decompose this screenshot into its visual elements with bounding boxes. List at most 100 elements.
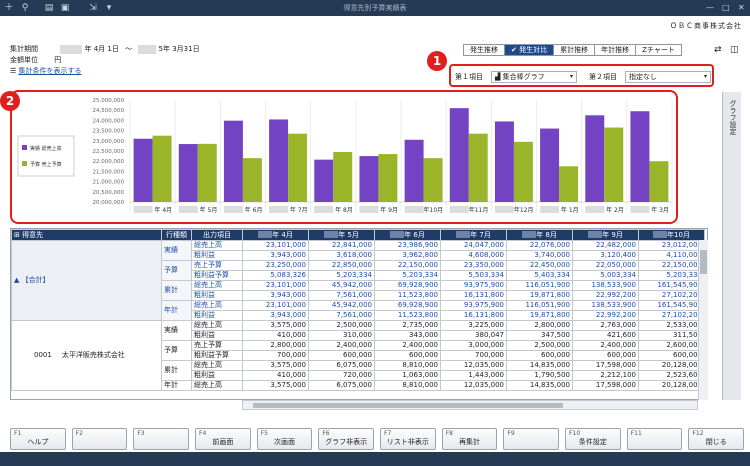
fkey-f4[interactable]: F4 前画面 xyxy=(195,428,251,450)
fkey-f12[interactable]: F12 閉じる xyxy=(688,428,745,450)
fkey-f7[interactable]: F7 リスト非表示 xyxy=(380,428,436,450)
fkey-f1[interactable]: F1 ヘルプ xyxy=(10,428,66,450)
tab-occurrence-comparison[interactable]: ✔ 発生対比 xyxy=(505,44,555,56)
scrollbar-thumb[interactable] xyxy=(253,403,563,408)
table-header-row: ⊞ 得意先 行種類 出力項目 年 4月 年 5月 年 6月 年 7月 年 8月 … xyxy=(11,229,705,241)
fkey-f10[interactable]: F10 条件設定 xyxy=(565,428,621,450)
bar-budget[interactable] xyxy=(197,143,217,202)
bar-budget[interactable] xyxy=(649,161,669,202)
fkey-f2[interactable]: F2 xyxy=(71,428,128,450)
col-header-month[interactable]: 年 5月 xyxy=(308,229,375,241)
function-key-bar: F1 ヘルプ F2 F3 F4 前画面 F5 次画面 F6 グラフ非表示 F7 リスト非表示 F8 再集計… xyxy=(0,428,750,452)
value-cell: 600,000 xyxy=(638,350,705,361)
table-row[interactable]: 0001 太平洋販売株式会社 実績 総売上高 3,575,000 2,500,000 2,7… xyxy=(11,320,705,391)
value-cell: 5,203,334 xyxy=(308,270,375,281)
bar-budget[interactable] xyxy=(423,158,443,202)
table-row[interactable]: ▲ 【合計】 実績 総売上高 23,101,000 22,841,000 23,986,9… xyxy=(11,240,705,321)
redacted-year xyxy=(138,44,157,54)
value-cell: 69,928,900 xyxy=(374,300,441,311)
bar-budget[interactable] xyxy=(559,166,579,202)
bar-actual[interactable] xyxy=(314,159,334,202)
tab-cumulative-trend[interactable]: 累計推移 xyxy=(554,44,596,56)
bar-budget[interactable] xyxy=(333,152,353,202)
value-cell: 421,600 xyxy=(572,330,639,341)
bar-actual[interactable] xyxy=(223,120,243,202)
period-separator: 〜 xyxy=(125,45,133,53)
scrollbar-thumb[interactable] xyxy=(700,250,707,274)
output-item-cell: 粗利益 xyxy=(191,330,243,341)
graph-settings-label: グラフ設定 xyxy=(729,100,737,135)
tab-z-chart[interactable]: Zチャート xyxy=(636,44,682,56)
tab-occurrence-trend[interactable]: 発生推移 xyxy=(463,44,505,56)
fkey-f8[interactable]: F8 再集計 xyxy=(441,428,498,450)
col-header-month[interactable]: 年 8月 xyxy=(506,229,573,241)
output-item-cell: 売上予算 xyxy=(191,340,243,351)
value-cell: 410,000 xyxy=(242,330,309,341)
minimize-button[interactable]: — xyxy=(706,3,714,12)
chart-legend: 実績 総売上高 予算 売上予算 xyxy=(17,135,75,177)
bar-budget[interactable] xyxy=(288,133,308,202)
bar-actual[interactable] xyxy=(404,139,424,202)
bar-actual[interactable] xyxy=(585,115,605,202)
value-cell: 700,000 xyxy=(440,350,507,361)
panel-icon[interactable]: ◫ xyxy=(730,45,739,55)
bar-actual[interactable] xyxy=(630,111,650,202)
value-cell: 4,608,000 xyxy=(440,250,507,261)
col-header-month[interactable]: 年 9月 xyxy=(572,229,639,241)
fkey-f5[interactable]: F5 次画面 xyxy=(256,428,313,450)
bar-actual[interactable] xyxy=(359,156,379,202)
value-cell: 3,740,000 xyxy=(506,250,573,261)
graph-settings-panel[interactable]: グラフ設定 xyxy=(722,92,741,400)
fkey-f6[interactable]: F6 グラフ非表示 xyxy=(318,428,375,450)
fkey-f3[interactable]: F3 xyxy=(133,428,190,450)
bar-actual[interactable] xyxy=(449,108,469,202)
value-cell: 2,400,000 xyxy=(374,340,441,351)
bar-budget[interactable] xyxy=(604,127,624,202)
value-cell: 23,012,000 xyxy=(638,240,705,251)
value-cell: 3,575,000 xyxy=(242,360,309,371)
bar-budget[interactable] xyxy=(513,141,533,202)
col-header-customer[interactable]: ⊞ 得意先 xyxy=(11,229,162,241)
customer-cell[interactable]: ▲ 【合計】 xyxy=(11,240,162,321)
col-header-month[interactable]: 年 6月 xyxy=(374,229,441,241)
col-header-month[interactable]: 年10月 xyxy=(638,229,705,241)
close-button[interactable]: ✕ xyxy=(738,3,745,12)
bar-actual[interactable] xyxy=(178,144,198,202)
value-cell: 5,503,334 xyxy=(440,270,507,281)
value-cell: 138,533,900 xyxy=(572,300,639,311)
tab-annual-trend[interactable]: 年計推移 xyxy=(595,44,637,56)
bar-actual[interactable] xyxy=(133,138,153,202)
fkey-number: F1 xyxy=(14,430,22,437)
col-header-row-type[interactable]: 行種類 xyxy=(161,229,192,241)
value-cell: 2,735,000 xyxy=(374,320,441,331)
col-header-output-item[interactable]: 出力項目 xyxy=(191,229,243,241)
legend-box xyxy=(17,135,75,177)
bar-actual[interactable] xyxy=(540,128,560,202)
bar-actual[interactable] xyxy=(269,119,289,202)
col-header-month[interactable]: 年 7月 xyxy=(440,229,507,241)
customer-cell[interactable]: 0001 太平洋販売株式会社 xyxy=(11,320,162,391)
bar-budget[interactable] xyxy=(468,133,488,202)
value-cell: 93,975,900 xyxy=(440,300,507,311)
col-header-month[interactable]: 年 4月 xyxy=(242,229,309,241)
x-axis-labels: 年 4月 年 5月 年 6月 年 7月 年 8月 年 9月 年10月 年11月 年12月 年 1月… xyxy=(133,206,669,214)
bar-budget[interactable] xyxy=(242,158,262,202)
show-conditions-link[interactable]: 集計条件を表示する xyxy=(19,67,82,75)
fkey-f9[interactable]: F9 xyxy=(503,428,560,450)
maximize-button[interactable]: □ xyxy=(722,3,730,12)
vertical-scrollbar[interactable] xyxy=(698,240,708,400)
value-cell: 3,943,000 xyxy=(242,290,309,301)
horizontal-scrollbar[interactable] xyxy=(242,400,698,410)
output-item-cell: 総売上高 xyxy=(191,280,243,291)
value-cell: 2,500,000 xyxy=(308,320,375,331)
fkey-f11[interactable]: F11 xyxy=(626,428,683,450)
bar-budget[interactable] xyxy=(378,154,398,202)
swap-icon[interactable]: ⇄ xyxy=(714,45,722,55)
item2-select[interactable]: 指定なし ▾ xyxy=(625,71,711,83)
value-cell: 3,618,000 xyxy=(308,250,375,261)
bar-actual[interactable] xyxy=(494,121,514,202)
value-cell: 11,523,800 xyxy=(374,310,441,321)
bar-budget[interactable] xyxy=(152,135,172,202)
item1-select[interactable]: ▟ 集合棒グラフ ▾ xyxy=(491,71,577,83)
redacted-year xyxy=(324,231,339,238)
